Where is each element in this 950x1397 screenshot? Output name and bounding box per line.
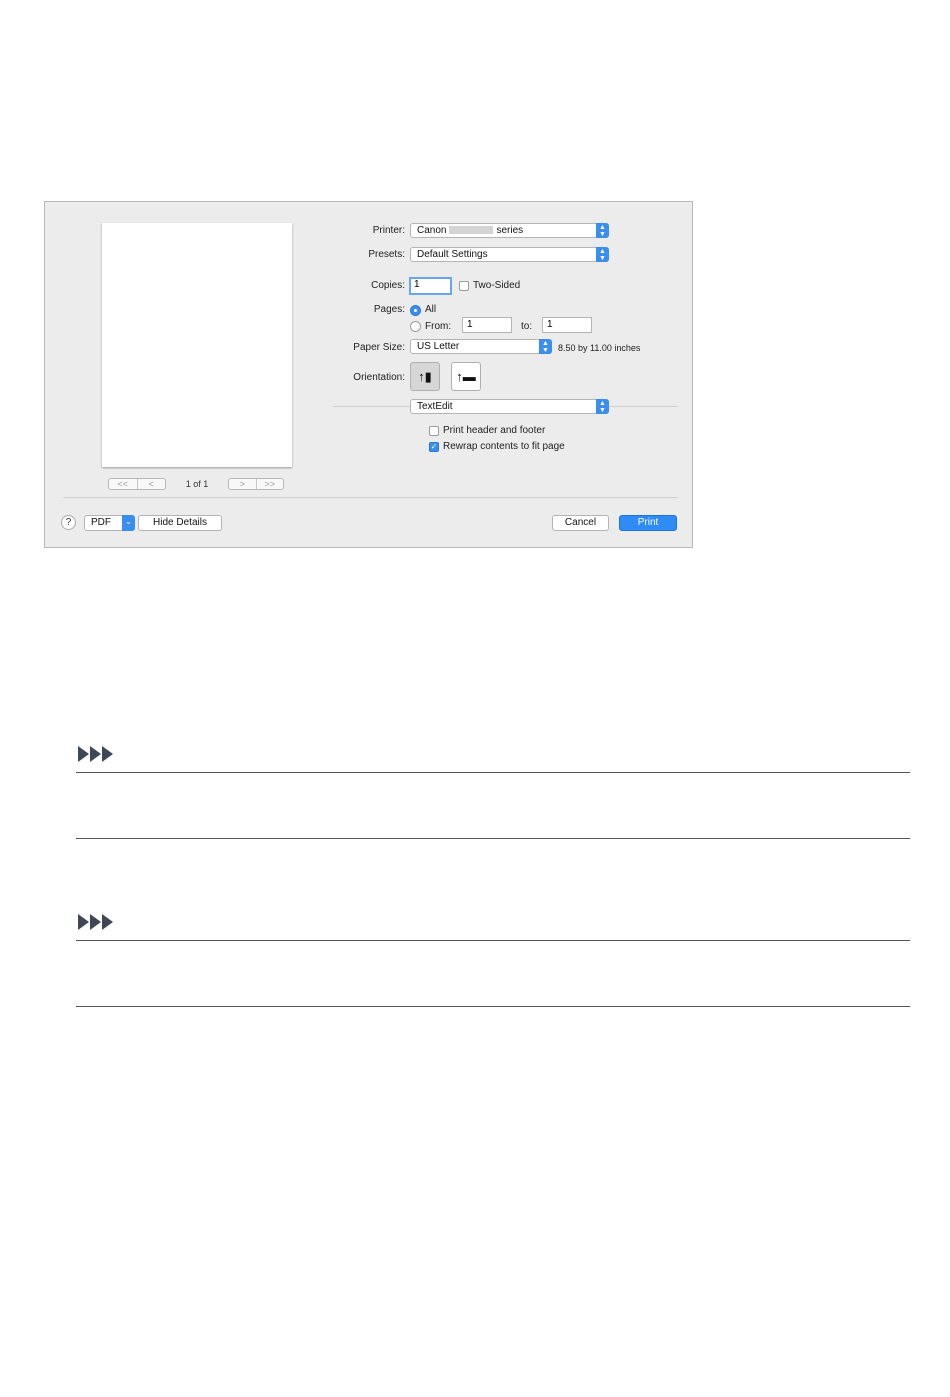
note-top-rule — [76, 940, 910, 941]
rewrap-contents-label: Rewrap contents to fit page — [443, 441, 565, 452]
copies-field[interactable]: 1 — [409, 277, 452, 295]
hide-details-button[interactable]: Hide Details — [138, 515, 222, 531]
page-count: 1 of 1 — [185, 479, 209, 489]
chevron-down-icon: ⌄ — [122, 515, 135, 531]
printer-label: Printer: — [372, 225, 405, 236]
note-chevron — [78, 746, 89, 762]
two-sided-label: Two-Sided — [473, 280, 521, 291]
app-section-popup[interactable]: TextEdit ▲ ▼ — [410, 399, 609, 414]
pages-all-label: All — [425, 304, 437, 315]
presets-popup[interactable]: Default Settings ▲ ▼ — [410, 247, 609, 262]
note-chevron — [90, 914, 101, 930]
print-header-footer-checkbox[interactable] — [429, 426, 439, 436]
footer-divider — [63, 497, 677, 498]
chevron-updown-icon: ▲ ▼ — [596, 247, 609, 262]
pages-all-radio[interactable] — [410, 305, 421, 316]
print-button[interactable]: Print — [619, 515, 677, 531]
portrait-icon: ↑▮ — [418, 369, 432, 384]
pages-to-label: to: — [521, 321, 533, 332]
note-chevron — [102, 746, 113, 762]
note-chevron — [102, 914, 113, 930]
preview-back-controls: << < — [108, 478, 166, 490]
copies-label: Copies: — [371, 280, 405, 291]
pages-from-field[interactable]: 1 — [462, 317, 512, 333]
print-header-footer-label: Print header and footer — [443, 425, 546, 436]
chevron-updown-icon: ▲ ▼ — [539, 339, 552, 354]
redacted-model — [449, 226, 494, 234]
presets-label: Presets: — [368, 249, 405, 260]
print-dialog: << < 1 of 1 > >> Printer: Canon series ▲ ▼… — [44, 201, 693, 548]
two-sided-checkbox[interactable] — [459, 281, 469, 291]
landscape-icon: ↑▬ — [456, 369, 476, 384]
help-button[interactable]: ? — [61, 515, 76, 530]
orientation-label: Orientation: — [353, 372, 405, 383]
rewrap-contents-checkbox[interactable]: ✓ — [429, 442, 439, 452]
cancel-button[interactable]: Cancel — [552, 515, 609, 531]
paper-size-popup[interactable]: US Letter ▲ ▼ — [410, 339, 552, 354]
note-chevron — [78, 914, 89, 930]
note-bottom-rule — [76, 838, 910, 839]
checkmark-icon: ✓ — [430, 442, 438, 451]
pages-from-label: From: — [425, 321, 452, 332]
printer-name-suffix: series — [496, 225, 524, 236]
pdf-label: PDF — [91, 517, 111, 528]
landscape-orientation-button[interactable]: ↑▬ — [451, 362, 481, 391]
print-preview-page — [102, 223, 292, 467]
app-section-value: TextEdit — [417, 401, 453, 412]
pages-label: Pages: — [373, 304, 405, 315]
note-chevron — [90, 746, 101, 762]
preview-forward-controls: > >> — [228, 478, 284, 490]
note-top-rule — [76, 772, 910, 773]
paper-dimensions: 8.50 by 11.00 inches — [558, 343, 641, 353]
note-icon — [78, 746, 113, 762]
printer-popup[interactable]: Canon series ▲ ▼ — [410, 223, 609, 238]
presets-value: Default Settings — [417, 249, 488, 260]
next-page-button[interactable]: > — [229, 479, 256, 489]
paper-size-value: US Letter — [417, 341, 460, 352]
portrait-orientation-button[interactable]: ↑▮ — [410, 362, 440, 391]
pdf-menu-button[interactable]: PDF ⌄ — [84, 515, 135, 531]
note-bottom-rule — [76, 1006, 910, 1007]
pages-from-radio[interactable] — [410, 321, 421, 332]
paper-size-label: Paper Size: — [353, 342, 405, 353]
pages-to-field[interactable]: 1 — [542, 317, 592, 333]
note-icon — [78, 914, 113, 930]
chevron-updown-icon: ▲ ▼ — [596, 399, 609, 414]
printer-name-prefix: Canon — [417, 225, 447, 236]
chevron-updown-icon: ▲ ▼ — [596, 223, 609, 238]
last-page-button[interactable]: >> — [255, 479, 284, 489]
previous-page-button[interactable]: < — [136, 479, 166, 489]
first-page-button[interactable]: << — [109, 479, 137, 489]
